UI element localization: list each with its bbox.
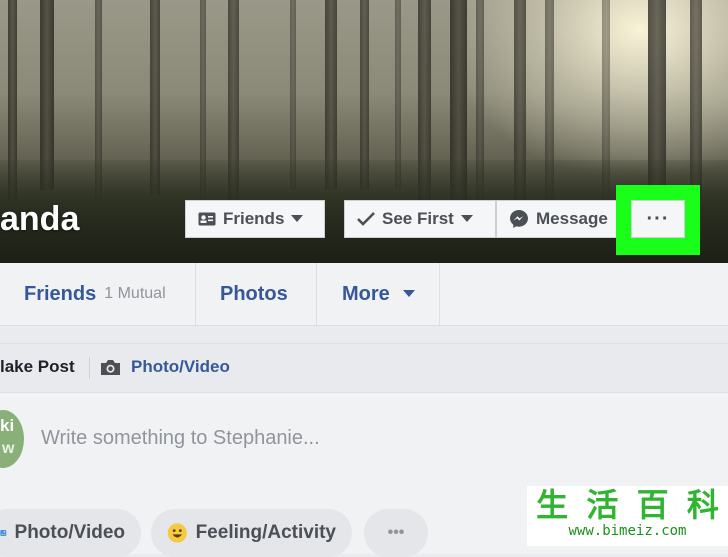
feeling-activity-label: Feeling/Activity (195, 522, 336, 543)
make-post-tab[interactable]: lake Post (0, 357, 75, 377)
post-text-input[interactable]: Write something to Stephanie... (41, 427, 320, 450)
caret-down-icon (460, 215, 473, 222)
smiley-icon (167, 523, 187, 543)
tab-friends[interactable]: Friends 1 Mutual (24, 263, 166, 325)
friend-card-icon (198, 212, 216, 226)
more-options-button[interactable]: ··· (631, 200, 685, 238)
friends-button-label: Friends (223, 209, 285, 228)
caret-down-icon (291, 215, 304, 222)
tab-friends-label: Friends (24, 282, 97, 305)
message-button[interactable]: Message (496, 200, 624, 238)
mutual-count: 1 Mutual (104, 285, 166, 302)
tab-photos[interactable]: Photos (220, 263, 288, 325)
camera-icon (101, 360, 120, 375)
photo-video-action-label: Photo/Video (14, 522, 125, 543)
more-actions-button[interactable]: ••• (364, 509, 428, 557)
see-first-button-label: See First (382, 209, 454, 228)
profile-tab-bar: Friends 1 Mutual Photos More (0, 263, 728, 326)
message-button-label: Message (536, 209, 608, 228)
watermark-logo: 生 活 百 科 (536, 487, 719, 523)
profile-name: anda (0, 200, 80, 238)
photo-video-action-button[interactable]: Photo/Video (0, 509, 141, 557)
photo-video-tab[interactable]: Photo/Video (131, 357, 230, 377)
photo-icon (0, 530, 7, 536)
watermark-url: www.bimeiz.com (568, 523, 687, 539)
messenger-icon (510, 210, 528, 228)
tab-more[interactable]: More (342, 263, 415, 325)
see-first-button[interactable]: See First (344, 200, 496, 238)
watermark: 生 活 百 科 www.bimeiz.com (527, 486, 728, 546)
checkmark-icon (357, 212, 375, 226)
caret-down-icon (402, 290, 415, 297)
composer-header: lake Post Photo/Video (0, 344, 728, 393)
feeling-activity-button[interactable]: Feeling/Activity (151, 509, 352, 557)
friends-button[interactable]: Friends (185, 200, 325, 238)
tab-photos-label: Photos (220, 282, 288, 305)
tab-more-label: More (342, 282, 390, 305)
cover-photo[interactable]: anda Friends See First Message ··· (0, 0, 728, 263)
